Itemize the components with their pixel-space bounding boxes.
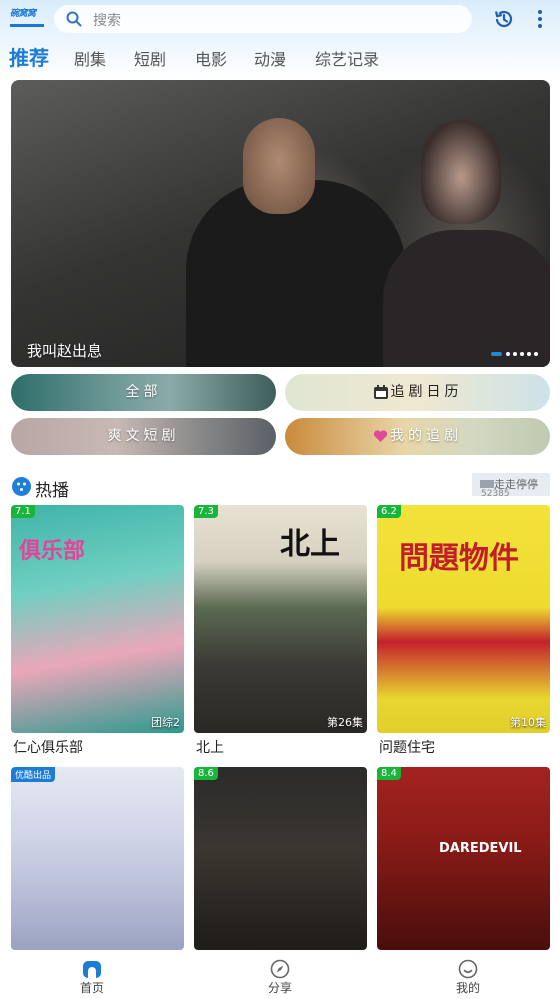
score-badge: 7.3 xyxy=(194,505,218,518)
app-logo: 碗窝窝 xyxy=(10,9,44,27)
video-title: 仁心俱乐部 xyxy=(13,740,83,756)
score-badge: 8.4 xyxy=(377,767,401,780)
carousel-dot xyxy=(506,352,510,356)
my-follow-label-text: 我的追剧 xyxy=(390,428,462,444)
entry-my-follow-label: 我的追剧 xyxy=(285,418,550,455)
episode-label: 团综2 xyxy=(151,716,180,729)
video-card[interactable]: 俱乐部 7.1 团综2 仁心俱乐部 xyxy=(11,505,184,756)
home-icon xyxy=(83,961,101,978)
carousel-dot-active xyxy=(491,352,502,356)
search-placeholder: 搜索 xyxy=(93,13,121,29)
video-poster: 俱乐部 7.1 团综2 xyxy=(11,505,184,733)
tab-movie[interactable]: 电影 xyxy=(195,46,227,70)
banner-carousel[interactable]: 我叫赵出息 xyxy=(11,80,550,367)
nav-share-label: 分享 xyxy=(267,981,292,995)
search-icon xyxy=(66,11,82,27)
video-card[interactable]: DAREDEVIL 8.4 xyxy=(377,767,550,950)
entry-short-drama-label: 爽文短剧 xyxy=(107,428,180,444)
episode-label: 第26集 xyxy=(327,716,363,729)
entry-short-drama[interactable]: 爽文短剧 xyxy=(11,418,276,455)
calendar-label-text: 追剧日历 xyxy=(390,384,463,400)
nav-mine[interactable]: 我的 xyxy=(428,950,508,999)
video-poster: 优酷出品 xyxy=(11,767,184,950)
video-poster: 問題物件 6.2 第10集 xyxy=(377,505,550,733)
score-badge: 7.1 xyxy=(11,505,35,518)
banner-actor-head xyxy=(243,118,315,214)
bottom-navigation: 首页 分享 我的 xyxy=(0,950,560,999)
profile-icon xyxy=(458,959,478,979)
search-input[interactable]: 搜索 xyxy=(54,5,472,33)
search-bar: 碗窝窝 搜索 xyxy=(0,0,560,38)
score-badge: 6.2 xyxy=(377,505,401,518)
entry-all[interactable]: 全部 xyxy=(11,374,276,411)
tab-short-drama[interactable]: 短剧 xyxy=(134,46,166,70)
video-poster: DAREDEVIL 8.4 xyxy=(377,767,550,950)
video-title: 北上 xyxy=(196,740,224,756)
banner-title: 我叫赵出息 xyxy=(27,342,103,360)
notice-subtext: 52385 xyxy=(481,489,510,496)
history-icon[interactable] xyxy=(493,8,515,30)
calendar-icon xyxy=(373,384,388,399)
poster-title-text: 問題物件 xyxy=(399,541,519,576)
video-card[interactable]: 問題物件 6.2 第10集 问题住宅 xyxy=(377,505,550,756)
nav-share[interactable]: 分享 xyxy=(240,950,320,999)
tab-recommend[interactable]: 推荐 xyxy=(9,42,49,71)
notice-badge[interactable]: 走走停停 52385 xyxy=(472,473,550,496)
video-poster: 北上 7.3 第26集 xyxy=(194,505,367,733)
hot-section-icon xyxy=(12,477,31,496)
video-card[interactable]: 8.6 xyxy=(194,767,367,950)
score-badge: 8.6 xyxy=(194,767,218,780)
poster-title-text: 俱乐部 xyxy=(19,539,86,564)
entry-my-follow[interactable]: 我的追剧 xyxy=(285,418,550,455)
poster-title-text: DAREDEVIL xyxy=(439,841,522,856)
video-title: 问题住宅 xyxy=(379,740,435,756)
platform-tag: 优酷出品 xyxy=(11,767,56,782)
nav-home[interactable]: 首页 xyxy=(52,950,132,999)
poster-title-text: 北上 xyxy=(280,527,340,562)
carousel-dot xyxy=(520,352,524,356)
entry-all-label: 全部 xyxy=(125,384,162,400)
video-card[interactable]: 北上 7.3 第26集 北上 xyxy=(194,505,367,756)
banner-actress-figure xyxy=(383,230,550,367)
tab-series[interactable]: 剧集 xyxy=(74,46,106,70)
compass-icon xyxy=(270,959,290,979)
video-card[interactable]: 优酷出品 xyxy=(11,767,184,950)
nav-home-label: 首页 xyxy=(79,981,104,995)
tab-variety[interactable]: 综艺记录 xyxy=(315,46,379,70)
entry-drama-calendar[interactable]: 追剧日历 xyxy=(285,374,550,411)
banner-actress-head xyxy=(421,120,501,224)
carousel-dot xyxy=(513,352,517,356)
more-menu-icon[interactable] xyxy=(531,8,549,30)
episode-label: 第10集 xyxy=(510,716,546,729)
section-title-hot: 热播 xyxy=(35,481,69,501)
carousel-dot xyxy=(534,352,538,356)
carousel-dot xyxy=(527,352,531,356)
tab-anime[interactable]: 动漫 xyxy=(254,46,286,70)
heart-icon xyxy=(373,429,388,442)
notice-icon xyxy=(480,480,494,488)
category-tabs: 推荐 剧集 短剧 电影 动漫 综艺记录 xyxy=(0,42,560,72)
video-poster: 8.6 xyxy=(194,767,367,950)
nav-mine-label: 我的 xyxy=(455,981,480,995)
entry-calendar-label: 追剧日历 xyxy=(285,374,550,411)
